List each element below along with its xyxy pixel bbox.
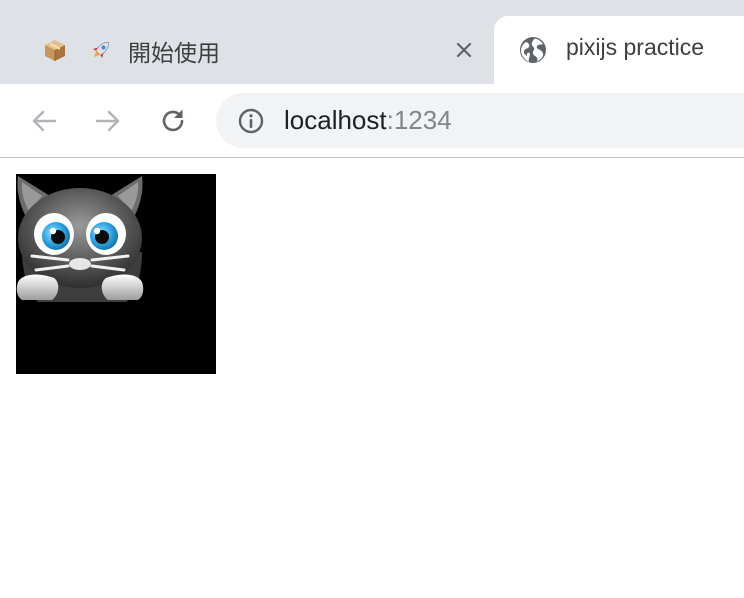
url-text[interactable]: localhost:1234 <box>284 93 452 148</box>
rocket-icon <box>86 35 116 65</box>
reload-icon <box>162 109 184 132</box>
tab-getting-started[interactable]: 開始使用 <box>0 16 494 84</box>
tab-pixijs-practice[interactable]: pixijs practice <box>494 16 744 84</box>
arrow-right-icon <box>95 110 120 132</box>
tab-title: 開始使用 <box>128 40 220 66</box>
url-host: localhost <box>284 105 387 135</box>
arrow-left-icon <box>32 110 57 132</box>
globe-icon <box>518 35 548 65</box>
back-button[interactable] <box>25 102 63 140</box>
browser-window: 開始使用 pixijs practice localhost:1234 <box>0 0 744 598</box>
cat-sprite <box>16 176 144 302</box>
toolbar: localhost:1234 <box>0 84 744 158</box>
box-icon <box>40 35 70 65</box>
tab-strip: 開始使用 pixijs practice <box>0 0 744 84</box>
reload-button[interactable] <box>154 102 192 140</box>
tab-title: pixijs practice <box>566 34 705 60</box>
url-port: :1234 <box>386 105 452 135</box>
page-content <box>0 158 744 598</box>
info-icon[interactable] <box>236 106 266 136</box>
pixi-canvas[interactable] <box>16 174 216 374</box>
forward-button[interactable] <box>89 102 127 140</box>
close-icon[interactable] <box>449 35 479 65</box>
address-bar[interactable]: localhost:1234 <box>216 93 744 148</box>
